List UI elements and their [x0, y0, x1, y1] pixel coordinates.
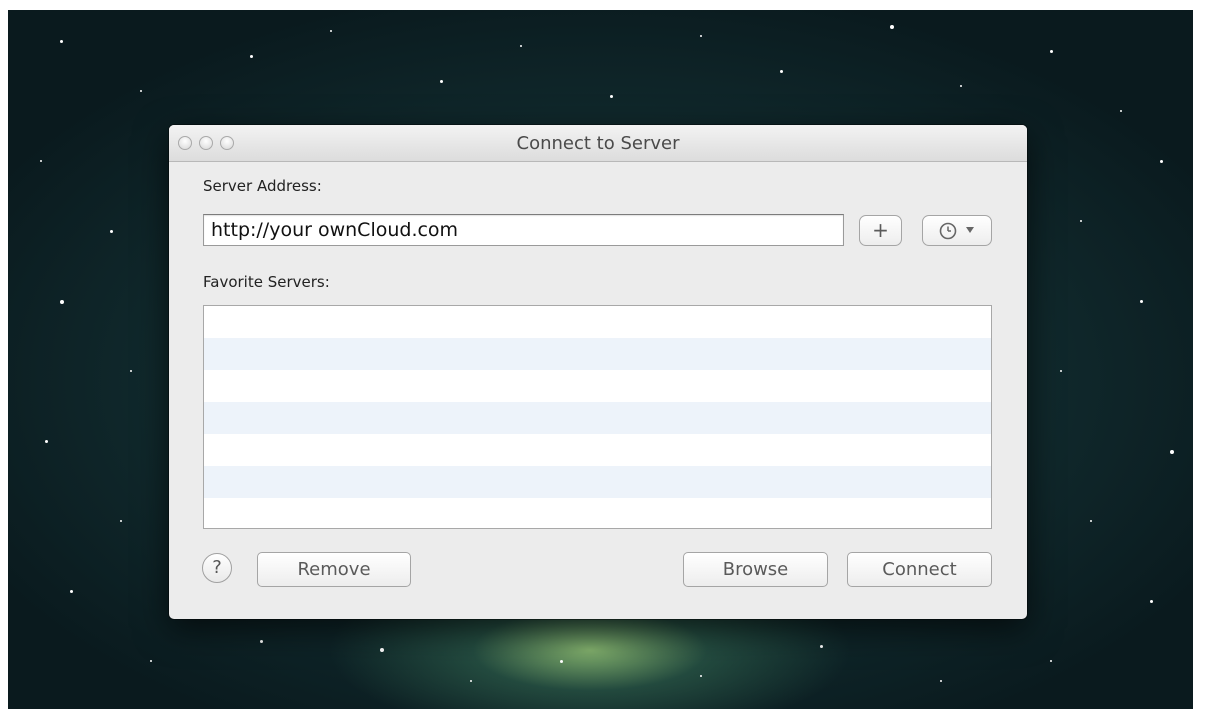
recent-servers-button[interactable]	[922, 215, 992, 246]
server-address-label: Server Address:	[203, 177, 322, 195]
add-favorite-button[interactable]: +	[859, 215, 902, 246]
titlebar: Connect to Server	[169, 125, 1027, 162]
remove-button-label: Remove	[297, 559, 371, 580]
remove-button[interactable]: Remove	[257, 552, 411, 587]
help-button[interactable]: ?	[202, 553, 232, 583]
browse-button-label: Browse	[722, 559, 789, 580]
list-item[interactable]	[204, 306, 991, 338]
favorite-servers-label: Favorite Servers:	[203, 273, 330, 291]
list-item[interactable]	[204, 466, 991, 498]
connect-to-server-dialog: Connect to Server Server Address: + Favo…	[169, 125, 1027, 619]
plus-icon: +	[872, 218, 889, 242]
favorite-servers-list[interactable]	[203, 305, 992, 529]
connect-button[interactable]: Connect	[847, 552, 992, 587]
list-item[interactable]	[204, 434, 991, 466]
list-item[interactable]	[204, 338, 991, 370]
server-address-input[interactable]	[203, 214, 844, 246]
list-item[interactable]	[204, 498, 991, 528]
list-item[interactable]	[204, 370, 991, 402]
browse-button[interactable]: Browse	[683, 552, 828, 587]
chevron-down-icon	[966, 227, 974, 233]
list-item[interactable]	[204, 402, 991, 434]
clock-icon	[939, 222, 957, 240]
window-title: Connect to Server	[516, 133, 680, 154]
connect-button-label: Connect	[882, 559, 957, 580]
